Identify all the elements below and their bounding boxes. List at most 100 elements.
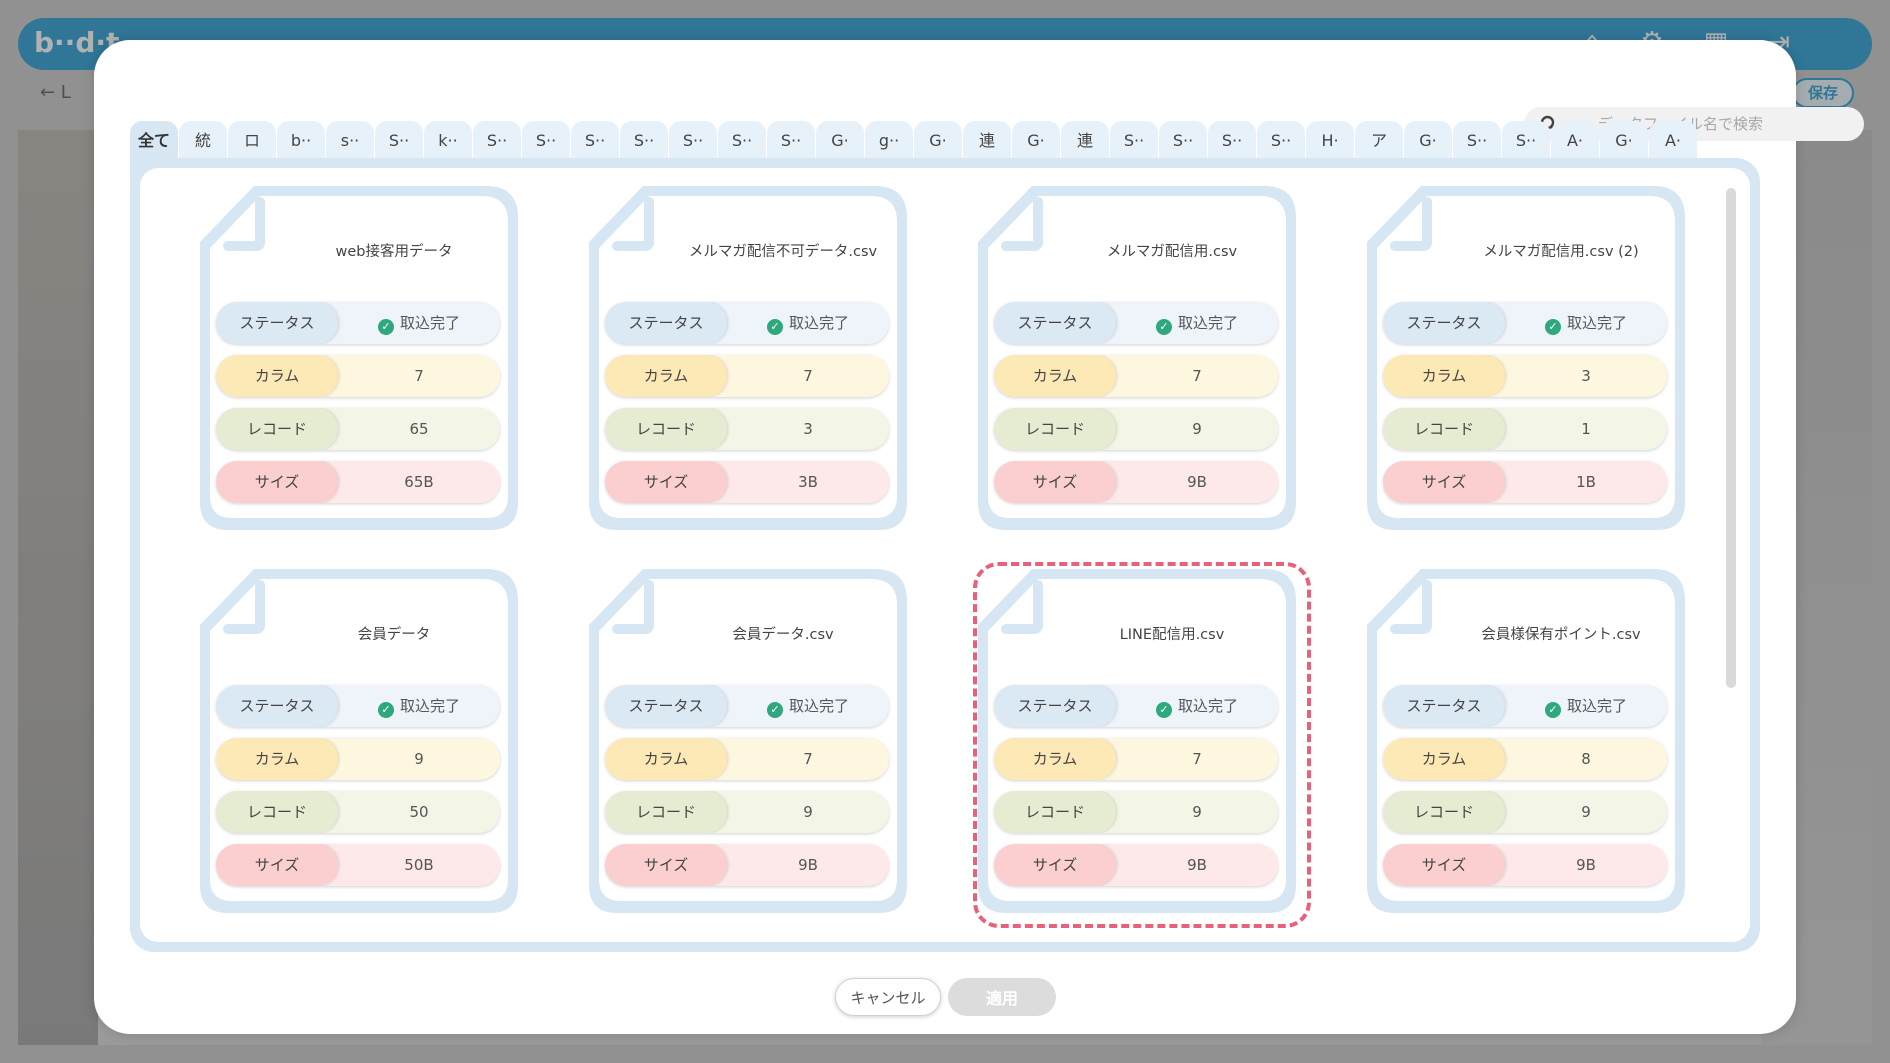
tab-14[interactable]: G· <box>816 121 864 159</box>
tab-28[interactable]: S·· <box>1502 121 1550 159</box>
file-card[interactable]: 会員データ.csv ステータス ✓ 取込完了 カラム 7 レコード 9 サイズ 9B <box>583 563 913 917</box>
tab-25[interactable]: ア <box>1355 121 1403 159</box>
tab-23[interactable]: S·· <box>1257 121 1305 159</box>
status-value-text: 取込完了 <box>1566 697 1627 715</box>
tab-9[interactable]: S·· <box>571 121 619 159</box>
size-value-text: 9B <box>1576 856 1596 874</box>
size-value: 65B <box>338 461 500 503</box>
file-card[interactable]: 会員様保有ポイント.csv ステータス ✓ 取込完了 カラム 8 レコード 9 サイズ 9B <box>1361 563 1691 917</box>
size-label: サイズ <box>1383 844 1505 886</box>
file-name: メルマガ配信用.csv (2) <box>1483 244 1639 260</box>
tab-17[interactable]: 連 <box>963 121 1011 159</box>
tab-2[interactable]: ロ <box>228 121 276 159</box>
records-label: レコード <box>216 408 338 450</box>
check-circle-icon: ✓ <box>1544 319 1561 335</box>
columns-value: 8 <box>1505 738 1667 780</box>
file-card[interactable]: メルマガ配信用.csv (2) ステータス ✓ 取込完了 カラム 3 レコード 1 サイズ 1B <box>1361 180 1691 534</box>
status-row: ステータス ✓ 取込完了 <box>216 685 500 727</box>
records-value-text: 3 <box>803 420 813 438</box>
status-row: ステータス ✓ 取込完了 <box>1383 302 1667 344</box>
tab-16[interactable]: G· <box>914 121 962 159</box>
tab-7[interactable]: S·· <box>473 121 521 159</box>
columns-label: カラム <box>216 738 338 780</box>
size-value: 9B <box>1505 844 1667 886</box>
columns-value-text: 9 <box>414 750 424 768</box>
file-card[interactable]: web接客用データ ステータス ✓ 取込完了 カラム 7 レコード 65 サイズ 65B <box>194 180 524 534</box>
status-value-text: 取込完了 <box>788 314 849 332</box>
tab-22[interactable]: S·· <box>1208 121 1256 159</box>
columns-value: 7 <box>727 355 889 397</box>
size-value-text: 50B <box>404 856 434 874</box>
size-value-text: 9B <box>798 856 818 874</box>
check-circle-icon: ✓ <box>1544 702 1561 718</box>
records-value-text: 65 <box>409 420 429 438</box>
size-value: 50B <box>338 844 500 886</box>
file-card[interactable]: メルマガ配信不可データ.csv ステータス ✓ 取込完了 カラム 7 レコード 3 サイズ 3B <box>583 180 913 534</box>
tab-18[interactable]: G· <box>1012 121 1060 159</box>
records-row: レコード 9 <box>994 408 1278 450</box>
file-card[interactable]: 会員データ ステータス ✓ 取込完了 カラム 9 レコード 50 サイズ 50B <box>194 563 524 917</box>
columns-label: カラム <box>994 355 1116 397</box>
tab-20[interactable]: S·· <box>1110 121 1158 159</box>
records-value: 9 <box>1116 408 1278 450</box>
columns-value-text: 7 <box>803 367 813 385</box>
tab-29[interactable]: A· <box>1551 121 1599 159</box>
columns-value-text: 7 <box>414 367 424 385</box>
tab-1[interactable]: 統 <box>179 121 227 159</box>
records-value: 1 <box>1505 408 1667 450</box>
size-value: 9B <box>727 844 889 886</box>
status-value-text: 取込完了 <box>1566 314 1627 332</box>
records-row: レコード 1 <box>1383 408 1667 450</box>
tab-3[interactable]: b·· <box>277 121 325 159</box>
tab-8[interactable]: S·· <box>522 121 570 159</box>
records-value-text: 50 <box>409 803 429 821</box>
tab-27[interactable]: S·· <box>1453 121 1501 159</box>
size-label: サイズ <box>605 461 727 503</box>
tab-13[interactable]: S·· <box>767 121 815 159</box>
records-row: レコード 9 <box>1383 791 1667 833</box>
status-label: ステータス <box>1383 685 1505 727</box>
columns-label: カラム <box>1383 738 1505 780</box>
scrollbar[interactable] <box>1726 188 1736 688</box>
tab-0[interactable]: 全て <box>130 121 178 159</box>
records-value-text: 9 <box>803 803 813 821</box>
tab-30[interactable]: G· <box>1600 121 1648 159</box>
tab-10[interactable]: S·· <box>620 121 668 159</box>
tab-4[interactable]: s·· <box>326 121 374 159</box>
status-row: ステータス ✓ 取込完了 <box>216 302 500 344</box>
status-value: ✓ 取込完了 <box>338 685 500 727</box>
tab-5[interactable]: S·· <box>375 121 423 159</box>
records-label: レコード <box>605 791 727 833</box>
tab-6[interactable]: k·· <box>424 121 472 159</box>
tab-24[interactable]: H· <box>1306 121 1354 159</box>
file-name: web接客用データ <box>335 244 453 260</box>
file-name: メルマガ配信用.csv <box>1106 244 1238 260</box>
tab-31[interactable]: A· <box>1649 121 1697 159</box>
status-value-text: 取込完了 <box>399 697 460 715</box>
tab-15[interactable]: g·· <box>865 121 913 159</box>
records-value-text: 9 <box>1192 420 1202 438</box>
status-value: ✓ 取込完了 <box>338 302 500 344</box>
records-label: レコード <box>1383 791 1505 833</box>
columns-value: 9 <box>338 738 500 780</box>
size-value-text: 1B <box>1576 473 1596 491</box>
status-label: ステータス <box>1383 302 1505 344</box>
tab-19[interactable]: 連 <box>1061 121 1109 159</box>
cancel-button[interactable]: キャンセル <box>835 978 941 1016</box>
status-value: ✓ 取込完了 <box>727 302 889 344</box>
check-circle-icon: ✓ <box>1155 319 1172 335</box>
size-row: サイズ 50B <box>216 844 500 886</box>
check-circle-icon: ✓ <box>766 702 783 718</box>
file-card[interactable]: メルマガ配信用.csv ステータス ✓ 取込完了 カラム 7 レコード 9 サイズ 9B <box>972 180 1302 534</box>
check-circle-icon: ✓ <box>377 702 394 718</box>
records-label: レコード <box>1383 408 1505 450</box>
tab-21[interactable]: S·· <box>1159 121 1207 159</box>
records-value: 9 <box>727 791 889 833</box>
tab-26[interactable]: G· <box>1404 121 1452 159</box>
tab-12[interactable]: S·· <box>718 121 766 159</box>
columns-label: カラム <box>1383 355 1505 397</box>
records-row: レコード 65 <box>216 408 500 450</box>
tab-11[interactable]: S·· <box>669 121 717 159</box>
records-value-text: 1 <box>1581 420 1591 438</box>
apply-button[interactable]: 適用 <box>948 978 1056 1016</box>
